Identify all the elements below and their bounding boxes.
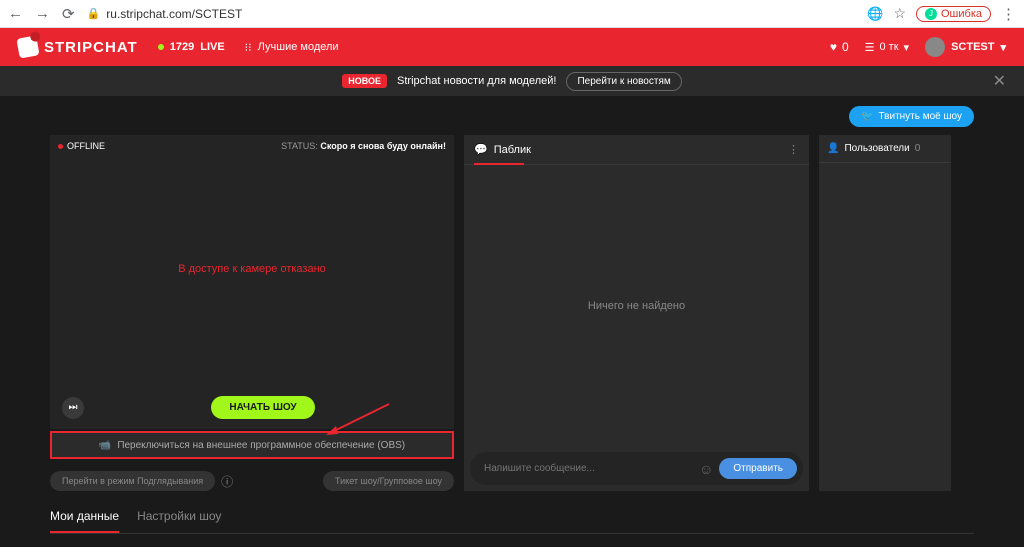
news-button[interactable]: Перейти к новостям: [566, 72, 681, 91]
start-show-button[interactable]: НАЧАТЬ ШОУ: [211, 396, 314, 419]
top-models-label: Лучшие модели: [258, 41, 339, 53]
ticket-show-button[interactable]: Тикет шоу/Групповое шоу: [323, 471, 454, 491]
heart-icon: ♥: [830, 40, 837, 54]
live-dot-icon: [158, 44, 164, 50]
extension-error-badge[interactable]: J Ошибка: [916, 6, 991, 22]
coins-icon: ☰: [865, 41, 875, 54]
extension-dot-icon: J: [925, 8, 937, 20]
browser-toolbar: ← → ⟳ 🔒 ru.stripchat.com/SCTEST 🌐 ☆ J Ош…: [0, 0, 1024, 28]
back-icon[interactable]: ←: [8, 5, 23, 22]
help-icon[interactable]: ⓘ: [221, 473, 233, 490]
forward-icon[interactable]: →: [35, 5, 50, 22]
chat-icon: 💬: [474, 143, 488, 156]
skip-icon[interactable]: ⏭: [62, 397, 84, 419]
close-icon[interactable]: ✕: [993, 71, 1006, 91]
lock-icon: 🔒: [87, 7, 101, 20]
heart-count-value: 0: [842, 40, 849, 54]
reload-icon[interactable]: ⟳: [62, 5, 75, 23]
emoji-icon[interactable]: ☺: [699, 461, 713, 477]
token-value: 0 тк: [880, 41, 899, 53]
user-menu[interactable]: SCTEST ▾: [925, 37, 1006, 57]
logo-icon: [16, 35, 39, 58]
chat-panel: 💬 Паблик ⋮ Ничего не найдено ☺ Отправить: [464, 135, 809, 491]
star-icon[interactable]: ☆: [893, 5, 906, 22]
offline-dot-icon: [58, 144, 63, 149]
chat-header: 💬 Паблик ⋮: [464, 135, 809, 165]
users-label: Пользователи: [844, 143, 909, 154]
avatar: [925, 37, 945, 57]
tweet-button[interactable]: 🐦 Твитнуть моё шоу: [849, 106, 974, 127]
video-panel: OFFLINE STATUS: Скоро я снова буду онлай…: [50, 135, 454, 429]
users-panel: 👤 Пользователи 0: [819, 135, 951, 491]
chevron-down-icon: ▾: [1000, 41, 1006, 54]
username: SCTEST: [951, 41, 994, 53]
tweet-label: Твитнуть моё шоу: [879, 111, 963, 122]
brand-text: STRIPCHAT: [44, 39, 138, 56]
bottom-tabs: Мои данные Настройки шоу: [50, 509, 974, 534]
status-text: STATUS: Скоро я снова буду онлайн!: [281, 141, 446, 151]
camera-icon: 📹: [99, 440, 111, 451]
new-badge: НОВОЕ: [342, 74, 387, 88]
translate-icon[interactable]: 🌐: [867, 6, 883, 22]
grid-icon: ⁝⁝: [245, 41, 252, 54]
browser-menu-icon[interactable]: ⋮: [1001, 5, 1016, 23]
status-value: Скоро я снова буду онлайн!: [320, 141, 446, 151]
chat-input-row: ☺ Отправить: [470, 452, 803, 485]
chat-empty-state: Ничего не найдено: [464, 165, 809, 446]
chat-input[interactable]: [476, 459, 693, 478]
favorites-counter[interactable]: ♥ 0: [830, 40, 849, 54]
chat-menu-icon[interactable]: ⋮: [788, 143, 799, 156]
spy-mode-button[interactable]: Перейти в режим Подглядывания: [50, 471, 215, 491]
top-models-link[interactable]: ⁝⁝ Лучшие модели: [245, 41, 339, 54]
live-indicator[interactable]: 1729 LIVE: [158, 41, 225, 53]
offline-label: OFFLINE: [67, 141, 105, 151]
tab-my-data[interactable]: Мои данные: [50, 509, 119, 533]
live-count: 1729: [170, 41, 194, 53]
users-count: 0: [915, 143, 921, 154]
user-icon: 👤: [827, 143, 839, 154]
obs-switch-button[interactable]: 📹 Переключиться на внешнее программное о…: [50, 431, 454, 459]
error-label: Ошибка: [941, 8, 982, 20]
send-button[interactable]: Отправить: [719, 458, 797, 479]
url-text: ru.stripchat.com/SCTEST: [106, 7, 242, 21]
logo[interactable]: STRIPCHAT: [18, 37, 138, 57]
token-balance[interactable]: ☰ 0 тк ▾: [865, 41, 909, 54]
offline-badge: OFFLINE: [58, 141, 105, 151]
chevron-down-icon: ▾: [904, 41, 910, 54]
status-prefix: STATUS:: [281, 141, 318, 151]
chat-tab-label[interactable]: Паблик: [494, 144, 531, 156]
news-banner: НОВОЕ Stripchat новости для моделей! Пер…: [0, 66, 1024, 96]
camera-denied-message: В доступе к камере отказано: [50, 263, 454, 275]
obs-label: Переключиться на внешнее программное обе…: [117, 440, 405, 451]
live-label: LIVE: [200, 41, 224, 53]
twitter-icon: 🐦: [861, 111, 873, 122]
tab-show-settings[interactable]: Настройки шоу: [137, 509, 221, 533]
news-text: Stripchat новости для моделей!: [397, 75, 556, 87]
address-bar[interactable]: 🔒 ru.stripchat.com/SCTEST: [87, 7, 856, 21]
site-header: STRIPCHAT 1729 LIVE ⁝⁝ Лучшие модели ♥ 0…: [0, 28, 1024, 66]
